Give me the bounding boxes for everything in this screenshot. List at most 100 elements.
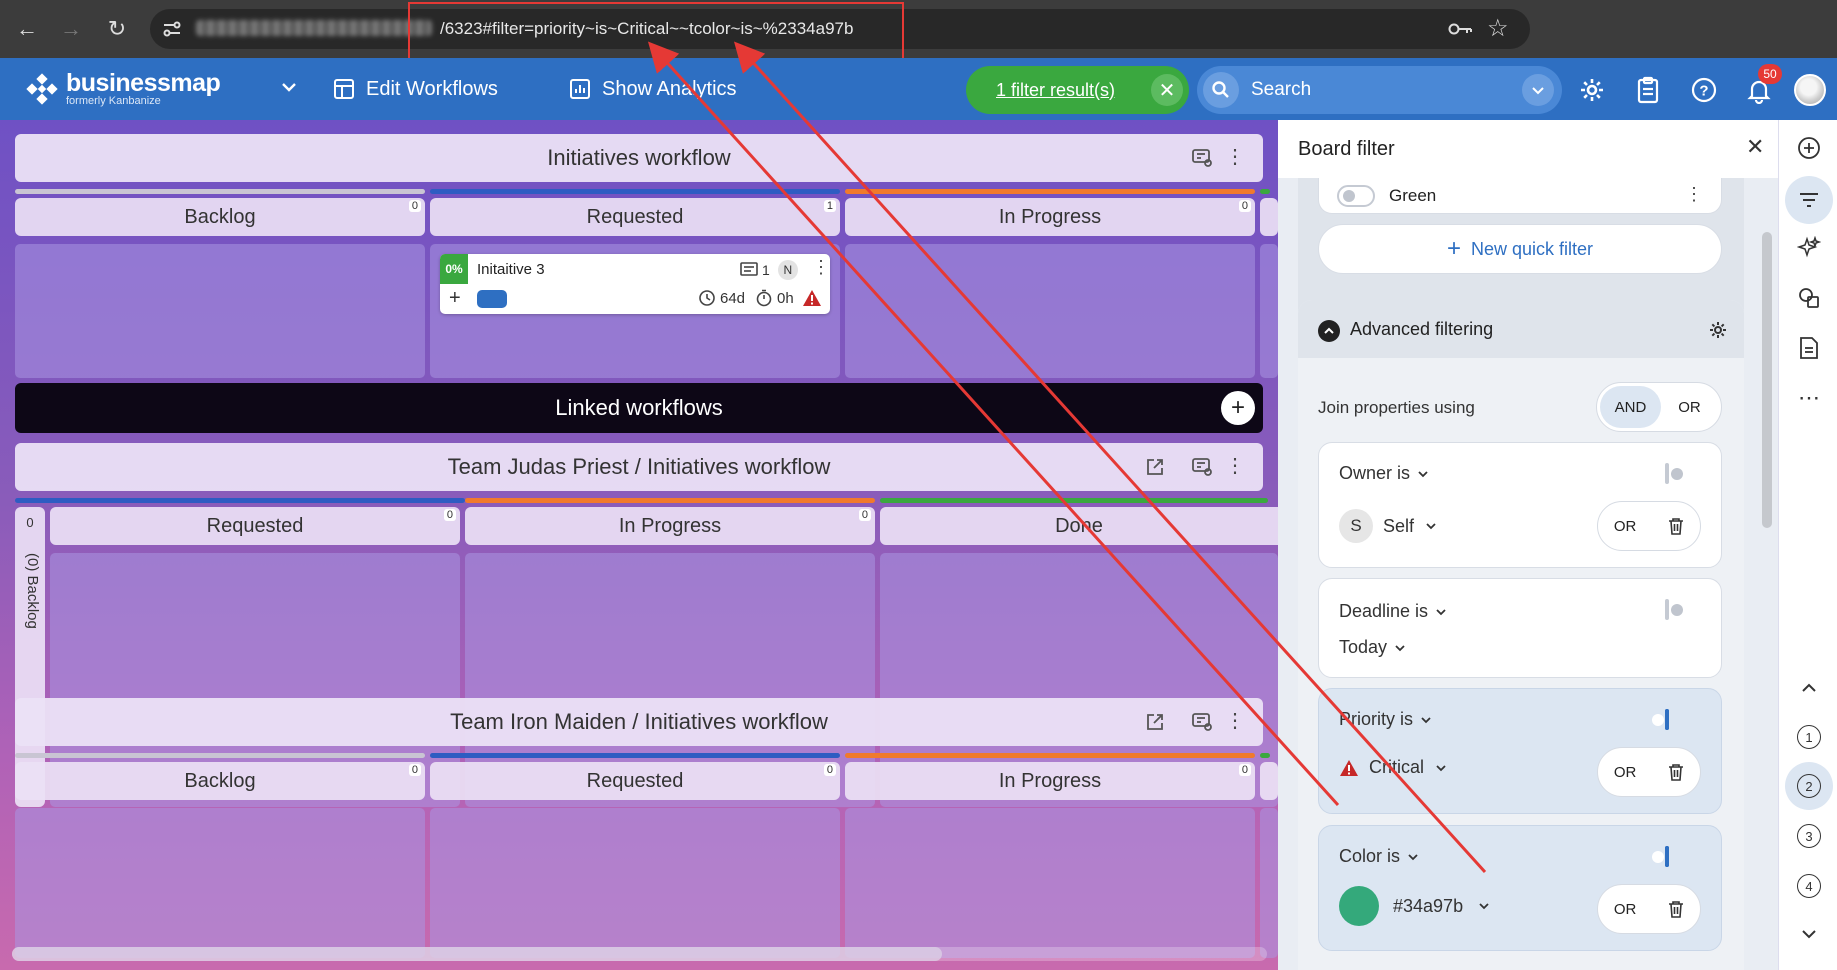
column-header-done[interactable]: Done [880,507,1278,545]
owner-value-dropdown[interactable]: S Self [1339,509,1438,543]
bookmark-star-icon[interactable]: ☆ [1487,16,1513,42]
card-count: 1 [762,262,770,278]
more-options-icon[interactable]: ⋮ [1225,710,1245,732]
filter-result-link[interactable]: 1 filter result(s) [996,80,1115,101]
card-title[interactable]: Initaitive 3 [477,261,545,278]
trash-icon[interactable] [1668,763,1684,781]
trash-icon[interactable] [1668,517,1684,535]
chevron-up-icon[interactable] [1318,320,1340,342]
new-quick-filter-button[interactable]: + New quick filter [1318,224,1722,274]
column-name: In Progress [618,514,722,537]
gear-icon[interactable] [1578,76,1606,104]
trash-icon[interactable] [1668,900,1684,918]
clear-filter-icon[interactable]: ✕ [1151,74,1183,106]
initiatives-workflow-header[interactable]: Initiatives workflow ⋮ [15,134,1263,182]
color-filter-dropdown[interactable]: Color is [1339,846,1420,867]
svg-text:?: ? [1699,83,1708,100]
close-panel-icon[interactable]: ✕ [1746,134,1764,160]
back-icon[interactable]: ← [12,14,42,44]
step-2-icon[interactable]: 2 [1785,762,1833,810]
iron-workflow-header[interactable]: Team Iron Maiden / Initiatives workflow … [15,698,1263,746]
color-value-dropdown[interactable]: #34a97b [1339,886,1491,926]
or-button[interactable]: OR [1614,764,1637,781]
edit-workflows-button[interactable]: Edit Workflows [332,69,498,109]
advanced-settings-icon[interactable] [1708,320,1728,340]
join-toggle[interactable]: AND OR [1596,382,1722,432]
priority-value-dropdown[interactable]: Critical [1339,757,1448,778]
column-cell-requested[interactable] [430,808,840,958]
scrollbar-thumb[interactable] [12,947,942,961]
column-cell-backlog[interactable] [15,244,425,378]
column-header-requested[interactable]: Requested 0 [50,507,460,545]
judas-workflow-header[interactable]: Team Judas Priest / Initiatives workflow… [15,443,1263,491]
deadline-filter-toggle[interactable] [1665,599,1669,620]
priority-filter-toggle[interactable] [1665,709,1669,730]
chevron-down-icon[interactable] [1793,918,1825,950]
filter-result-pill[interactable]: 1 filter result(s) ✕ [966,66,1189,114]
column-cell-inprogress[interactable] [845,244,1255,378]
quick-filter-toggle[interactable] [1337,184,1375,207]
priority-filter-dropdown[interactable]: Priority is [1339,709,1433,730]
horizontal-scrollbar[interactable] [12,947,1267,961]
search-box[interactable]: Search [1197,66,1562,114]
join-and-option[interactable]: AND [1600,386,1661,428]
document-icon[interactable] [1793,332,1825,364]
site-settings-icon[interactable] [160,17,184,41]
deadline-filter-dropdown[interactable]: Deadline is [1339,601,1448,622]
workflow-settings-icon[interactable] [1191,457,1213,477]
join-or-option[interactable]: OR [1661,386,1718,428]
or-button[interactable]: OR [1614,518,1637,535]
owner-filter-toggle[interactable] [1665,463,1669,484]
help-icon[interactable]: ? [1690,76,1718,104]
column-header-backlog[interactable]: Backlog 0 [15,762,425,800]
workflow-settings-icon[interactable] [1191,712,1213,732]
column-stripe-inprogress [465,498,875,503]
advanced-filtering-header[interactable]: Advanced filtering [1298,300,1744,358]
open-external-icon[interactable] [1145,457,1165,477]
reload-icon[interactable]: ↻ [102,14,132,44]
column-header-requested[interactable]: Requested 1 [430,198,840,236]
add-linked-workflow-button[interactable]: + [1221,391,1255,425]
add-circle-icon[interactable] [1793,132,1825,164]
step-4-icon[interactable]: 4 [1793,870,1825,902]
owner-filter-dropdown[interactable]: Owner is [1339,463,1430,484]
panel-scrollbar-thumb[interactable] [1762,232,1772,528]
card-add-icon[interactable]: + [449,287,461,310]
show-analytics-button[interactable]: Show Analytics [568,69,737,109]
clipboard-icon[interactable] [1636,76,1660,104]
sparkle-ai-icon[interactable] [1793,232,1825,264]
color-filter-toggle[interactable] [1665,846,1669,867]
chevron-down-icon[interactable] [278,76,300,98]
quick-filter-menu-icon[interactable]: ⋮ [1685,184,1703,205]
search-options-chevron-icon[interactable] [1522,74,1554,106]
column-header-backlog[interactable]: Backlog 0 [15,198,425,236]
more-options-icon[interactable]: ⋮ [1225,455,1245,477]
or-button[interactable]: OR [1614,901,1637,918]
step-1-icon[interactable]: 1 [1793,721,1825,753]
column-header-inprogress[interactable]: In Progress 0 [845,762,1255,800]
more-horizontal-icon[interactable]: ⋯ [1793,382,1825,414]
chevron-up-icon[interactable] [1793,672,1825,704]
step-3-icon[interactable]: 3 [1793,820,1825,852]
quick-filter-green[interactable]: Green ⋮ [1318,178,1722,214]
column-header-inprogress[interactable]: In Progress 0 [845,198,1255,236]
workflow-settings-icon[interactable] [1191,148,1213,168]
filter-icon[interactable] [1785,176,1833,224]
column-count: 0 [858,509,871,521]
more-options-icon[interactable]: ⋮ [1225,146,1245,168]
column-cell-backlog[interactable] [15,808,425,958]
open-external-icon[interactable] [1145,712,1165,732]
password-key-icon[interactable] [1447,18,1473,40]
column-stripe-backlog [15,189,425,194]
forward-icon[interactable]: → [56,14,86,44]
card-menu-icon[interactable]: ⋮ [812,257,830,278]
initiative-card[interactable]: 0% Initaitive 3 1 N ⋮ + 64d 0h [440,254,830,314]
column-header-inprogress[interactable]: In Progress 0 [465,507,875,545]
card-owner-avatar[interactable]: N [777,260,798,280]
column-header-requested[interactable]: Requested 0 [430,762,840,800]
shapes-icon[interactable] [1793,282,1825,314]
deadline-value-dropdown[interactable]: Today [1339,637,1407,658]
brand-logo[interactable]: businessmap formerly Kanbanize [26,68,221,110]
column-cell-inprogress[interactable] [845,808,1255,958]
user-avatar[interactable] [1794,74,1826,106]
